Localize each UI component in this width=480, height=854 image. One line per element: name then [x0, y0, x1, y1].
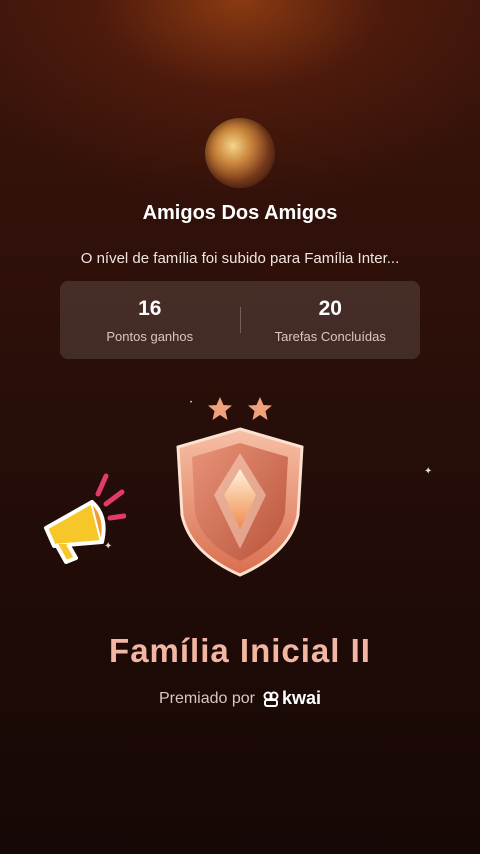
group-name: Amigos Dos Amigos [142, 202, 338, 224]
awarded-by: Premiado por kwai [0, 688, 480, 709]
stats-panel: 16 Pontos ganhos 20 Tarefas Concluídas [60, 281, 420, 359]
level-stars [208, 397, 272, 420]
kwai-brand-text: kwai [282, 688, 322, 708]
stat-points-label: Pontos ganhos [106, 328, 194, 344]
stat-points: 16 Pontos ganhos [60, 297, 240, 344]
sparkle-icon: • [190, 400, 193, 406]
sparkle-icon: ✦ [104, 541, 113, 552]
stat-points-value: 16 [138, 296, 162, 320]
awarded-by-label: Premiado por [158, 689, 255, 707]
stat-tasks: 20 Tarefas Concluídas [241, 297, 421, 344]
shield-badge-icon [176, 427, 304, 577]
group-avatar[interactable] [205, 118, 275, 188]
kwai-logo-icon [263, 691, 279, 707]
star-icon [248, 397, 272, 420]
megaphone-icon [44, 473, 126, 564]
level-up-message: O nível de família foi subido para Famíl… [80, 250, 400, 267]
family-level-name: Família Inicial II [109, 632, 371, 669]
stat-tasks-value: 20 [318, 296, 342, 320]
star-icon [208, 397, 232, 420]
kwai-logo: kwai [263, 688, 321, 709]
stat-tasks-label: Tarefas Concluídas [274, 328, 386, 344]
sparkle-icon: ✦ [424, 466, 433, 477]
